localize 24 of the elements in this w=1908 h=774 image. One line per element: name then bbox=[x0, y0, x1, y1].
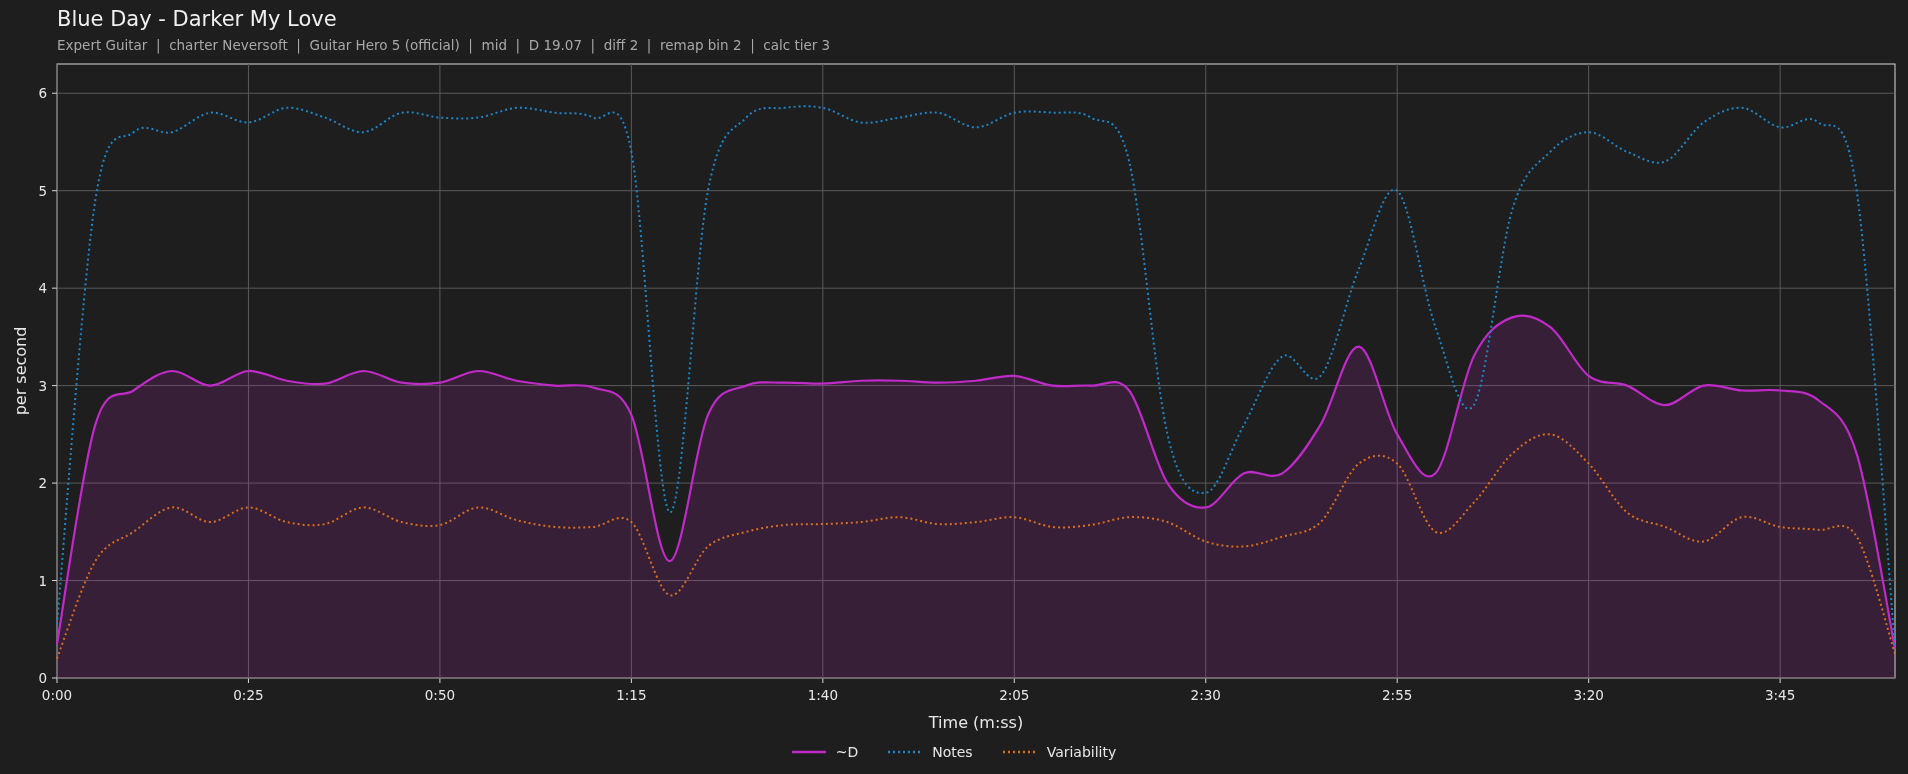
axis-tick-label: 3:45 bbox=[1764, 687, 1796, 703]
axis-tick-label: 0:00 bbox=[41, 687, 73, 703]
axis-tick-label: 3 bbox=[38, 377, 47, 394]
axis-tick-label: 6 bbox=[38, 85, 47, 102]
axis-tick-label: 0:25 bbox=[233, 687, 264, 703]
legend-label: Notes bbox=[932, 744, 973, 760]
chart-subtitle: Expert Guitar | charter Neversoft | Guitar Hero 5 (official) | mid | D 19.07 | diff 2 | remap bin 2 | calc tier 3 bbox=[57, 37, 831, 53]
axis-title: Time (m:ss) bbox=[928, 713, 1024, 732]
axis-tick-label: 1:15 bbox=[616, 687, 647, 703]
axis-tick-label: 2:05 bbox=[999, 687, 1030, 703]
axis-tick-label: 2:30 bbox=[1190, 687, 1221, 703]
axis-tick-label: 1 bbox=[38, 572, 47, 589]
axis-tick-label: 0 bbox=[38, 670, 47, 686]
axis-tick-label: 2:55 bbox=[1382, 687, 1413, 703]
legend-label: ~D bbox=[835, 744, 859, 760]
legend-label: Variability bbox=[1046, 744, 1117, 760]
axis-tick-label: 0:50 bbox=[424, 687, 456, 703]
axis-title: per second bbox=[11, 326, 30, 416]
axis-tick-label: 3:20 bbox=[1573, 687, 1604, 703]
axis-tick-label: 4 bbox=[38, 280, 47, 297]
axis-tick-label: 5 bbox=[38, 182, 47, 199]
chart-title: Blue Day - Darker My Love bbox=[57, 7, 337, 31]
axis-tick-label: 1:40 bbox=[807, 687, 838, 703]
axis-tick-label: 2 bbox=[38, 475, 47, 492]
